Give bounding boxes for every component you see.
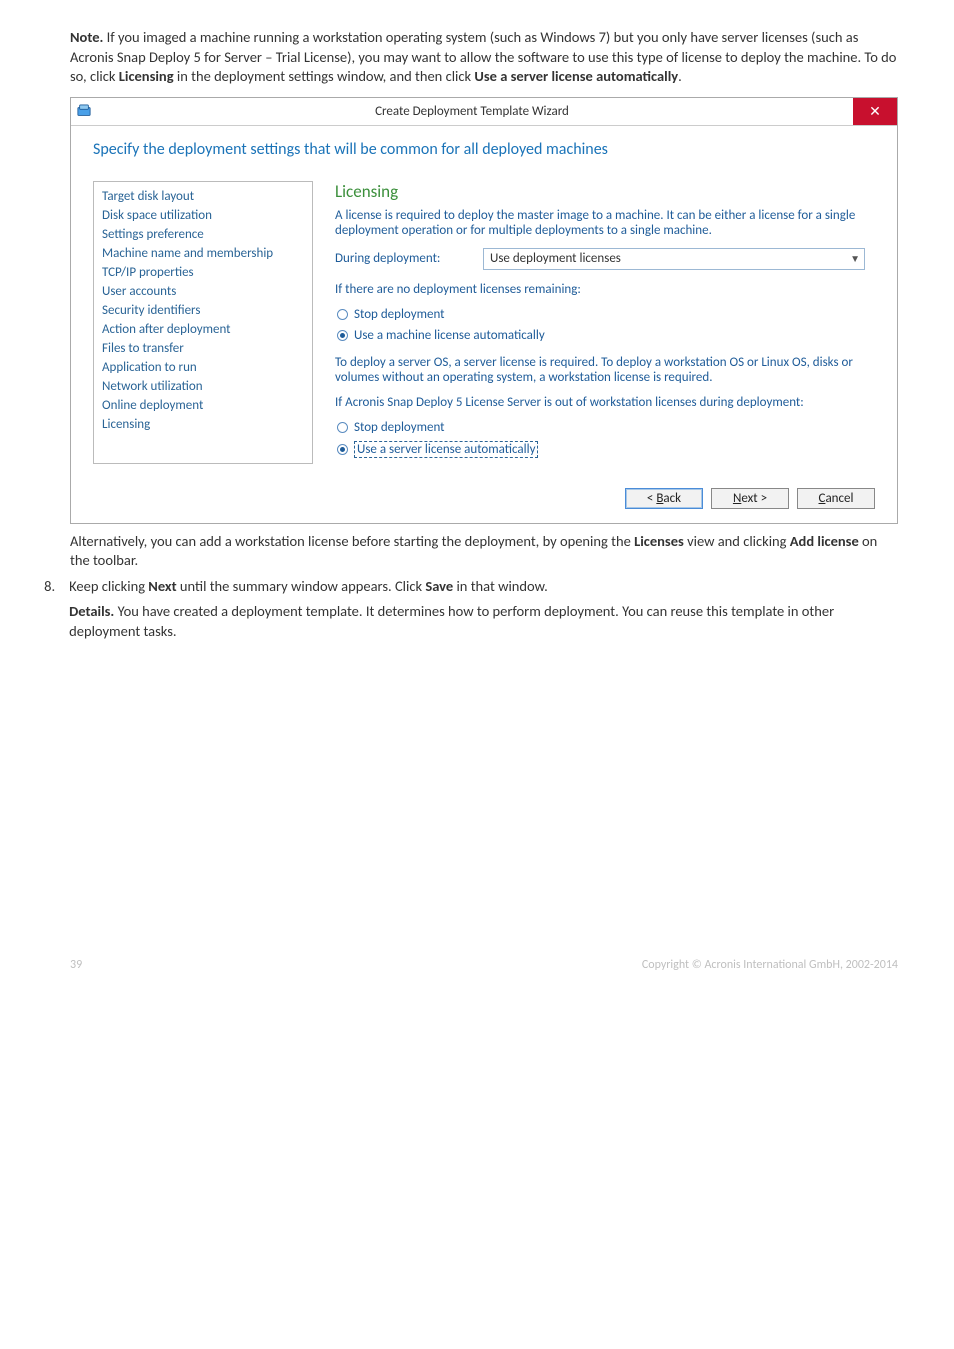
radio-label-focused: Use a server license automatically (354, 441, 538, 458)
sidebar-item-security-id[interactable]: Security identifiers (102, 301, 304, 320)
cancel-button[interactable]: Cancel (797, 488, 875, 509)
note-label: Note. (70, 28, 103, 46)
licensing-word: Licensing (119, 67, 174, 85)
licenses-word: Licenses (634, 532, 684, 550)
sidebar-item-label: Settings preference (102, 227, 204, 242)
next-post: ext > (741, 491, 767, 506)
back-button[interactable]: < Back (625, 488, 703, 509)
sidebar-item-label: Action after deployment (102, 322, 231, 337)
if-none-label: If there are no deployment licenses rema… (335, 282, 865, 297)
dialog-heading: Specify the deployment settings that wil… (93, 140, 875, 159)
step-mid: until the summary window appears. Click (177, 577, 426, 595)
server-os-text: To deploy a server OS, a server license … (335, 355, 865, 385)
back-post: ack (663, 491, 681, 506)
during-label: During deployment: (335, 251, 483, 266)
radio-icon-selected (337, 330, 348, 341)
close-icon: ✕ (869, 103, 881, 120)
radio-label: Stop deployment (354, 420, 445, 435)
copyright: Copyright © Acronis International GmbH, … (642, 958, 898, 972)
back-pre: < (647, 491, 656, 506)
during-deploy-row: During deployment: Use deployment licens… (335, 248, 865, 270)
sidebar-item-settings-pref[interactable]: Settings preference (102, 225, 304, 244)
note-tail: in the deployment settings window, and t… (174, 67, 475, 85)
next-button[interactable]: Next > (711, 488, 789, 509)
sidebar-item-disk-space[interactable]: Disk space utilization (102, 206, 304, 225)
step-line: Keep clicking Next until the summary win… (69, 577, 898, 597)
sidebar-item-network-util[interactable]: Network utilization (102, 377, 304, 396)
intro-note: Note. If you imaged a machine running a … (70, 28, 898, 87)
radio-stop-1[interactable]: Stop deployment (335, 307, 865, 322)
close-button[interactable]: ✕ (853, 98, 897, 125)
app-icon (77, 104, 91, 118)
sidebar-item-files-transfer[interactable]: Files to transfer (102, 339, 304, 358)
content-intro: A license is required to deploy the mast… (335, 208, 865, 238)
sidebar-item-label: TCP/IP properties (102, 265, 194, 280)
add-license-word: Add license (790, 532, 859, 550)
note-period: . (678, 67, 682, 85)
radio-stop-2[interactable]: Stop deployment (335, 420, 865, 435)
sidebar-item-tcpip[interactable]: TCP/IP properties (102, 263, 304, 282)
panel-row: Target disk layout Disk space utilizatio… (93, 181, 875, 464)
sidebar-item-target-disk[interactable]: Target disk layout (102, 187, 304, 206)
titlebar-icon-wrap (77, 104, 91, 118)
sidebar-item-label: Machine name and membership (102, 246, 273, 261)
sidebar-item-label: Network utilization (102, 379, 203, 394)
step-end: in that window. (453, 577, 548, 595)
dialog-body: Specify the deployment settings that wil… (71, 126, 897, 476)
sidebar-item-online-deploy[interactable]: Online deployment (102, 396, 304, 415)
save-word: Save (425, 577, 453, 595)
next-word: Next (148, 577, 176, 595)
sidebar-item-label: Security identifiers (102, 303, 200, 318)
license-type-select[interactable]: Use deployment licenses ▼ (483, 248, 865, 270)
alt-pre: Alternatively, you can add a workstation… (70, 532, 634, 550)
radio-icon (337, 422, 348, 433)
titlebar: Create Deployment Template Wizard ✕ (71, 98, 897, 126)
sidebar-item-label: Files to transfer (102, 341, 184, 356)
step-number: 8. (40, 577, 55, 648)
content-heading: Licensing (335, 181, 865, 202)
sidebar-item-label: Online deployment (102, 398, 203, 413)
page-number: 39 (70, 958, 82, 972)
alt-mid: view and clicking (684, 532, 790, 550)
alt-text: Alternatively, you can add a workstation… (70, 532, 898, 571)
radio-label: Stop deployment (354, 307, 445, 322)
sidebar: Target disk layout Disk space utilizatio… (93, 181, 313, 464)
details-line: Details. You have created a deployment t… (69, 602, 898, 641)
content-panel: Licensing A license is required to deplo… (313, 181, 875, 464)
button-row: < Back Next > Cancel (71, 476, 897, 523)
sidebar-item-machine-name[interactable]: Machine name and membership (102, 244, 304, 263)
use-server-word: Use a server license automatically (474, 67, 678, 85)
step-pre: Keep clicking (69, 577, 148, 595)
sidebar-item-app-run[interactable]: Application to run (102, 358, 304, 377)
radio-label: Use a machine license automatically (354, 328, 545, 343)
radio-machine-auto[interactable]: Use a machine license automatically (335, 328, 865, 343)
step-8: 8. Keep clicking Next until the summary … (40, 577, 898, 648)
dialog-title: Create Deployment Template Wizard (91, 104, 853, 119)
chevron-down-icon: ▼ (850, 252, 860, 265)
sidebar-item-licensing[interactable]: Licensing (102, 415, 304, 434)
cancel-post: ancel (825, 491, 853, 506)
sidebar-item-action-after[interactable]: Action after deployment (102, 320, 304, 339)
select-value: Use deployment licenses (490, 251, 621, 266)
details-text: You have created a deployment template. … (69, 602, 834, 640)
sidebar-item-label: Licensing (102, 417, 150, 432)
sidebar-item-user-accounts[interactable]: User accounts (102, 282, 304, 301)
sidebar-item-label: Disk space utilization (102, 208, 212, 223)
radio-server-auto[interactable]: Use a server license automatically (335, 441, 865, 458)
wizard-dialog: Create Deployment Template Wizard ✕ Spec… (70, 97, 898, 524)
radio-icon (337, 309, 348, 320)
sidebar-item-label: User accounts (102, 284, 176, 299)
footer: 39 Copyright © Acronis International Gmb… (70, 958, 898, 972)
sidebar-item-label: Application to run (102, 360, 197, 375)
if-out-label: If Acronis Snap Deploy 5 License Server … (335, 395, 865, 410)
sidebar-item-label: Target disk layout (102, 189, 194, 204)
radio-icon-selected (337, 444, 348, 455)
details-label: Details. (69, 602, 114, 620)
